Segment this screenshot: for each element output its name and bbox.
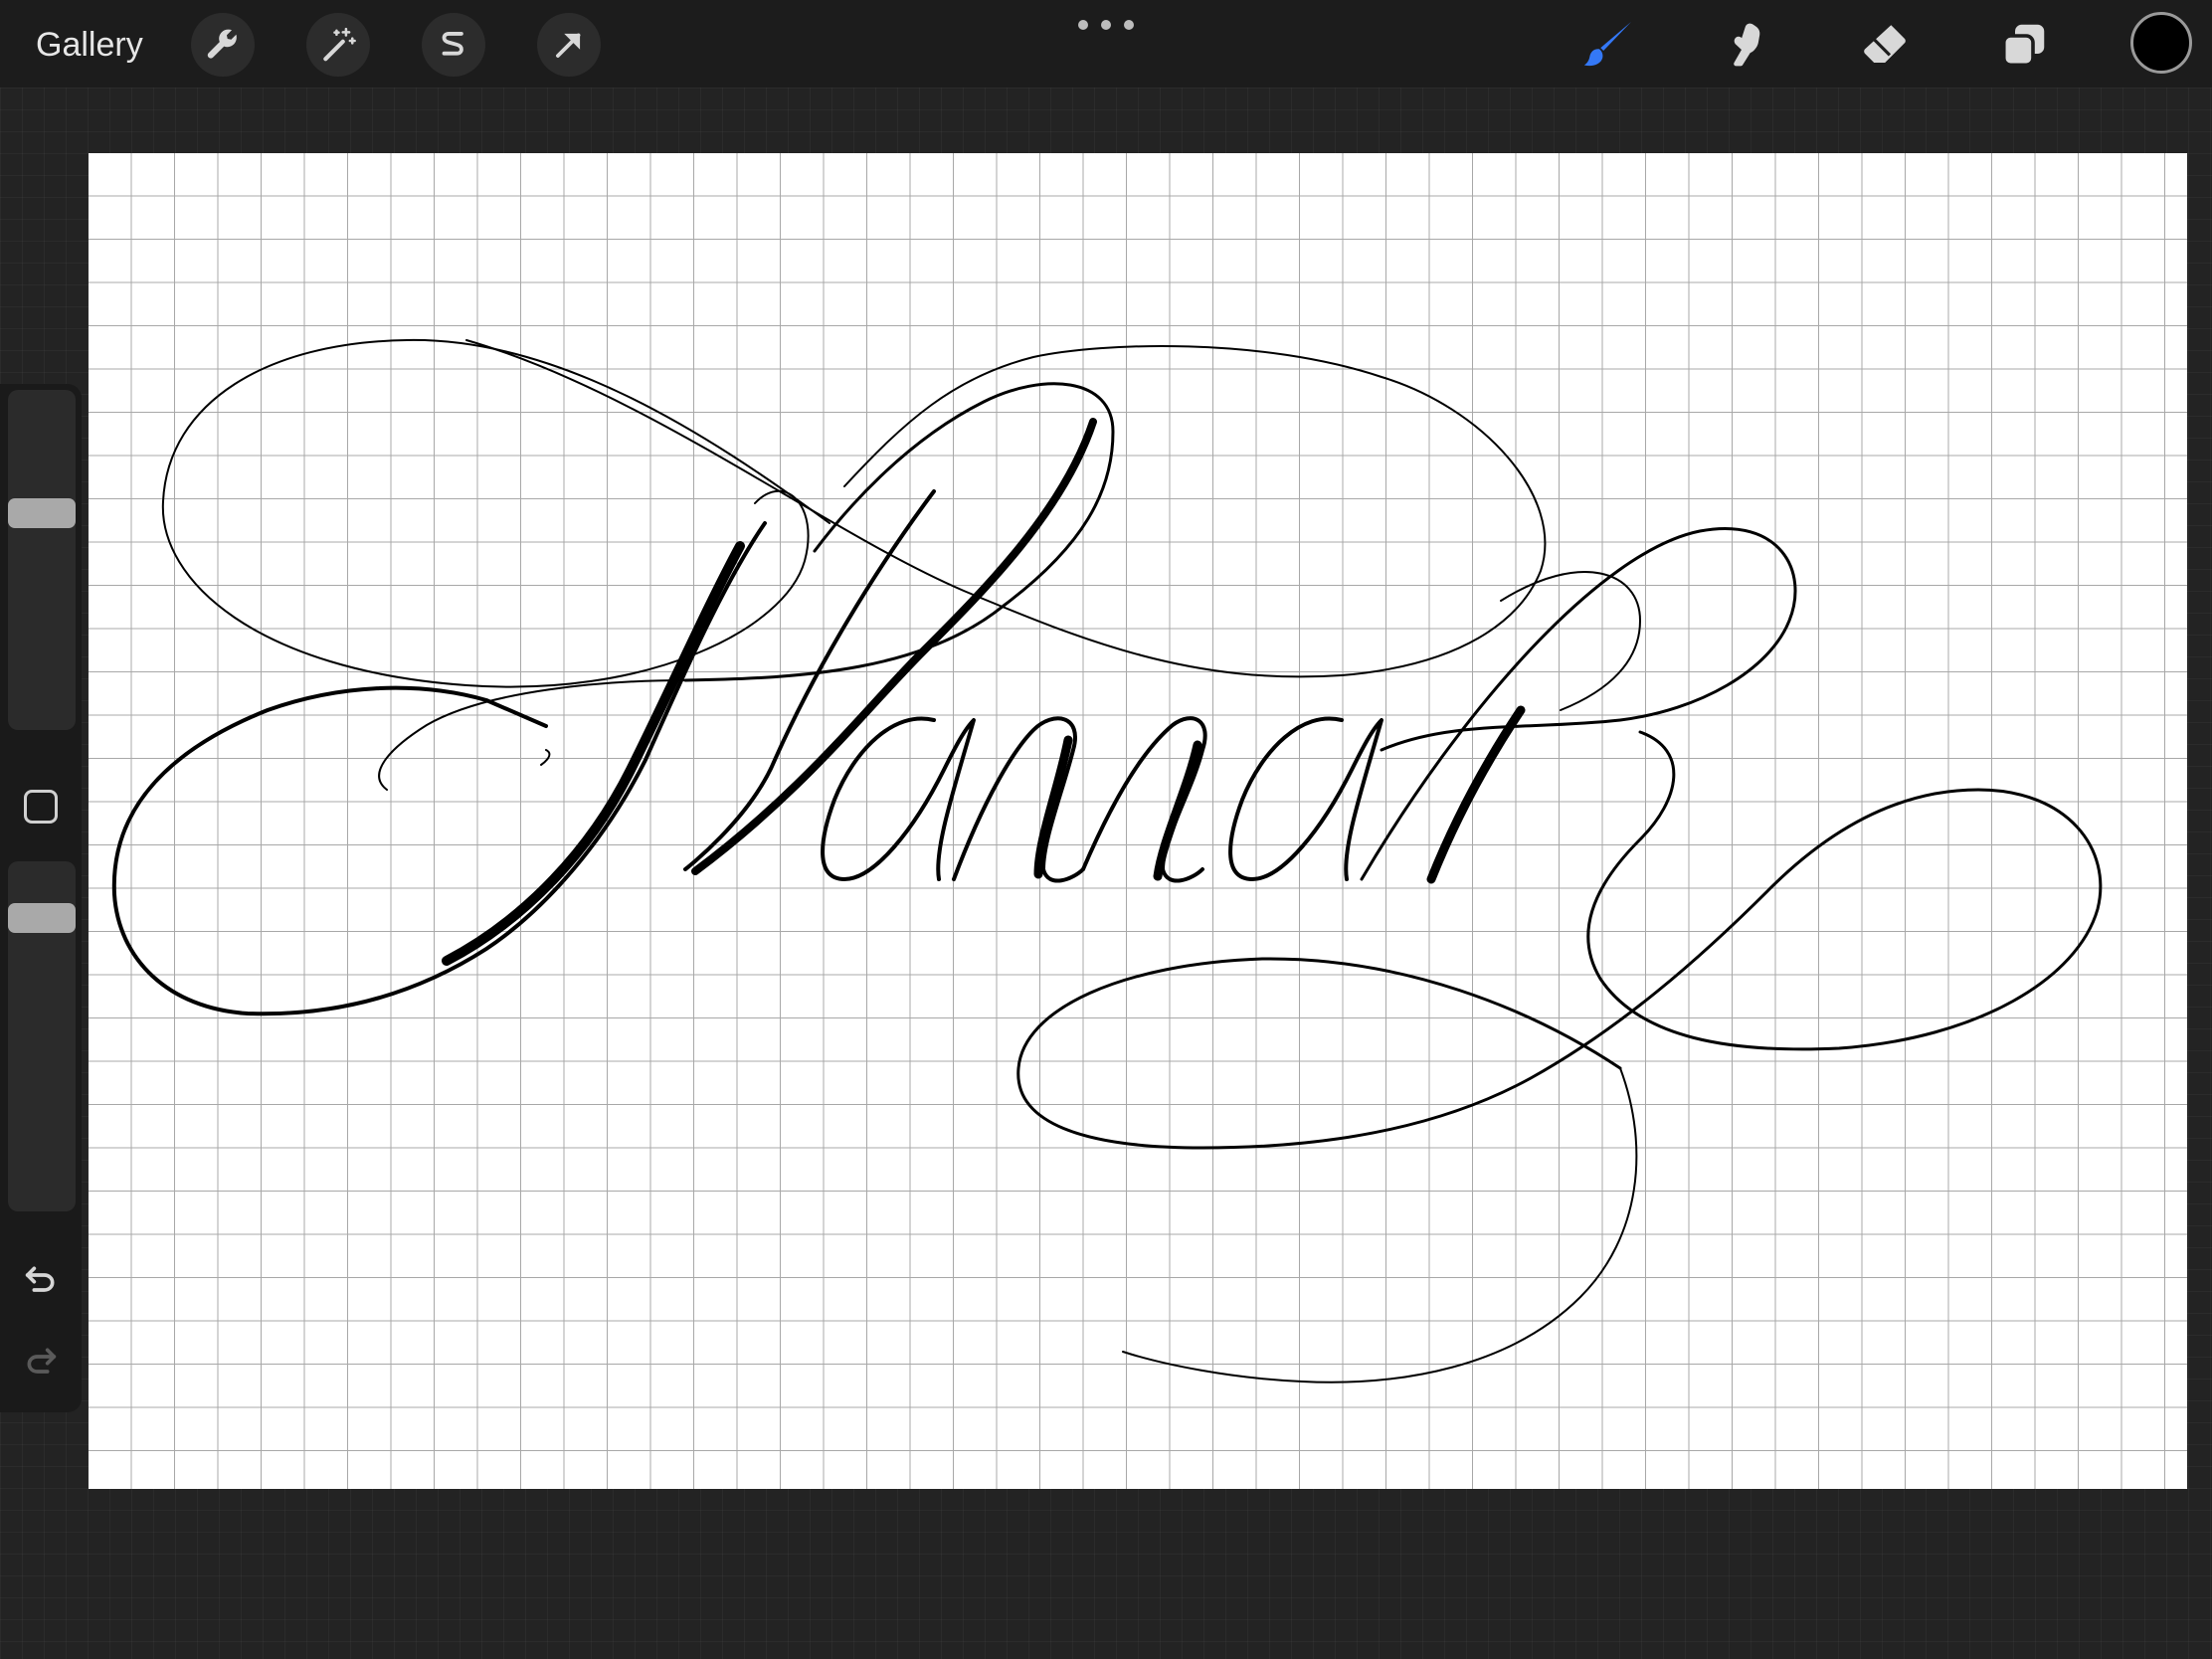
swash-crossing [465,339,1547,678]
adjustments-button[interactable] [306,13,370,77]
dot [1124,20,1134,30]
color-picker-button[interactable] [2130,12,2192,74]
arrow-cursor-icon [556,33,581,58]
swash-lower [1122,1067,1638,1383]
magic-wand-icon [323,27,356,62]
hannah-lettering-drawing [111,338,2103,1383]
eraser-tool-button[interactable] [1850,10,1920,80]
selection-s-icon [442,32,463,56]
redo-icon [27,1348,57,1374]
layers-tool-button[interactable] [1989,10,2059,80]
brush-icon [1583,22,1631,67]
swash-upper-left-loop [161,338,830,688]
redo-button[interactable] [16,1337,66,1386]
top-toolbar: Gallery [0,0,2212,88]
dot [1078,20,1088,30]
transform-button[interactable] [537,13,601,77]
h-left-stem [111,521,767,1016]
gallery-button[interactable]: Gallery [36,20,143,70]
undo-icon [25,1266,55,1292]
h-left-stem-shade [442,541,745,966]
letter-n-2 [1081,716,1207,883]
wrench-icon [207,29,237,59]
opacity-thumb[interactable] [8,902,76,933]
smudge-tool-button[interactable] [1711,10,1780,80]
letter-h-stem-shade [1426,705,1526,884]
left-sidebar [0,384,82,1412]
letter-a-1 [821,716,976,881]
brush-tool-button[interactable] [1573,10,1643,80]
brush-size-slider[interactable] [8,390,76,730]
undo-button[interactable] [16,1255,66,1305]
h-right-stem-shade [691,418,1097,875]
swash-right-loop-shade [1500,571,1641,711]
entry-flourish-tail [540,749,551,766]
drawing-canvas[interactable] [89,153,2187,1489]
more-dots-icon[interactable] [1078,12,1134,38]
actions-button[interactable] [191,13,255,77]
letter-n-1-shade [1033,735,1073,879]
brush-size-thumb[interactable] [8,498,76,529]
letter-a-2 [1228,716,1383,881]
layers-icon [2001,24,2045,68]
eraser-icon [1864,25,1906,63]
selection-button[interactable] [422,13,485,77]
h-crossbar [683,382,1115,682]
square-modify-icon[interactable] [24,790,58,824]
dot [1101,20,1111,30]
smudge-finger-icon [1734,23,1760,67]
letter-n-2-shade [1153,740,1202,881]
letter-h-stem [1360,527,1797,881]
